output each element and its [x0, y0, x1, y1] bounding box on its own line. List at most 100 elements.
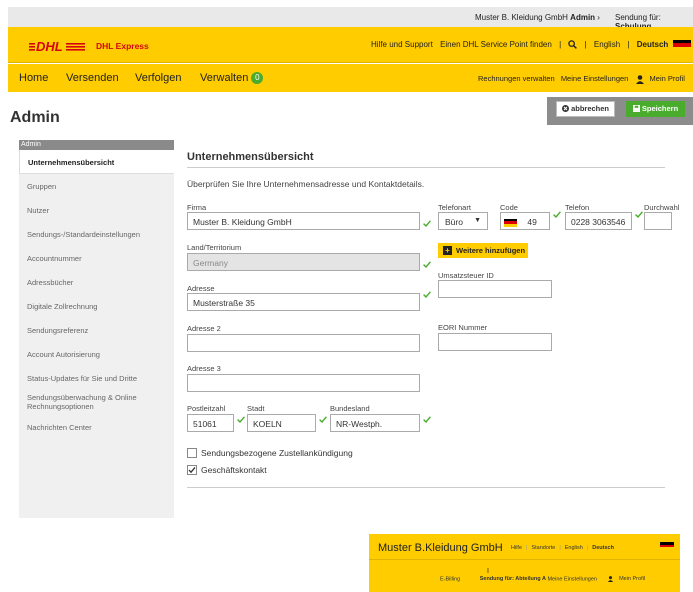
adresse-input[interactable]: Musterstraße 35 [187, 293, 420, 311]
preview-links: Hilfe | Standorte | English | Deutsch [511, 545, 614, 551]
close-icon [561, 105, 569, 112]
valid-check-icon [423, 416, 431, 423]
ust-label: Umsatzsteuer ID [438, 271, 494, 280]
telefon-input[interactable]: 0228 3063546 [565, 212, 632, 230]
firma-input[interactable]: Muster B. Kleidung GmbH [187, 212, 420, 230]
save-button[interactable]: Speichern [626, 101, 685, 117]
code-label: Code [500, 203, 518, 212]
person-icon [607, 576, 613, 582]
cancel-button[interactable]: abbrechen [556, 101, 615, 117]
zustellankuendigung-checkbox[interactable] [187, 448, 197, 458]
divider [187, 167, 665, 168]
preview-profile: Mein Profil [619, 576, 646, 583]
nav-home[interactable]: Home [19, 72, 48, 84]
sidebar-item-status-updates[interactable]: Status-Updates für Sie und Dritte [19, 366, 174, 390]
adresse-label: Adresse [187, 284, 215, 293]
add-phone-button[interactable]: + Weitere hinzufügen [438, 243, 528, 258]
firma-label: Firma [187, 203, 207, 212]
sidebar-item-rechnungsoptionen[interactable]: Sendungsüberwachung & Online Rechnungsop… [19, 390, 174, 423]
bundesland-input[interactable]: NR-Westph. [330, 414, 420, 432]
preview-settings: Meine Einstellungen [547, 576, 597, 583]
separator: | [627, 40, 630, 49]
durchwahl-input[interactable] [644, 212, 672, 230]
lang-english-link[interactable]: English [594, 40, 620, 49]
separator: | [559, 40, 562, 49]
sidebar-item-zollrechnung[interactable]: Digitale Zollrechnung [19, 294, 174, 318]
company-switcher[interactable]: Muster B. Kleidung GmbH Admin › [475, 13, 600, 22]
dhl-logo[interactable]: DHL [29, 39, 85, 53]
brand-bar: DHL DHL Express Hilfe und Support Einen … [8, 27, 693, 63]
caret-down-icon: ▼ [474, 217, 481, 224]
svg-text:DHL: DHL [36, 39, 63, 53]
section-title: Unternehmensübersicht [187, 151, 314, 163]
german-flag-icon [660, 542, 674, 551]
sidebar-item-autorisierung[interactable]: Account Autorisierung [19, 342, 174, 366]
valid-check-icon [423, 220, 431, 227]
valid-check-icon [237, 416, 245, 423]
product-name: DHL Express [96, 41, 149, 51]
intro-text: Überprüfen Sie Ihre Unternehmensadresse … [187, 179, 425, 189]
sidebar-item-gruppen[interactable]: Gruppen [19, 174, 174, 198]
bundesland-label: Bundesland [330, 404, 370, 413]
land-label: Land/Territorium [187, 243, 242, 252]
company-overview-panel: Unternehmensübersicht Überprüfen Sie Ihr… [174, 140, 693, 518]
valid-check-icon [553, 211, 561, 218]
person-icon [636, 74, 645, 84]
admin-sidebar: Admin Unternehmensübersicht Gruppen Nutz… [19, 140, 174, 518]
geschaeftskontakt-checkbox[interactable] [187, 465, 197, 475]
telefonart-label: Telefonart [438, 203, 471, 212]
adresse3-input[interactable] [187, 374, 420, 392]
telefonart-select[interactable]: Büro ▼ [438, 212, 488, 230]
plz-input[interactable]: 51061 [187, 414, 234, 432]
zustellankuendigung-label: Sendungsbezogene Zustellankündigung [201, 448, 353, 458]
valid-check-icon [319, 416, 327, 423]
sidebar-item-accountnummer[interactable]: Accountnummer [19, 246, 174, 270]
country-code-input[interactable]: 49 [500, 212, 550, 230]
preview-ebilling: E-Billing [440, 576, 461, 583]
invoices-link[interactable]: Rechnungen verwalten [478, 74, 555, 83]
settings-link[interactable]: Meine Einstellungen [561, 74, 629, 83]
service-point-link[interactable]: Einen DHL Service Point finden [440, 40, 552, 49]
ust-input[interactable] [438, 280, 552, 298]
sidebar-item-standardeinstellungen[interactable]: Sendungs-/Standardeinstellungen [19, 222, 174, 246]
lang-deutsch-link[interactable]: Deutsch [637, 40, 669, 49]
action-bar: abbrechen Speichern [547, 97, 693, 125]
checkmark-icon [188, 466, 196, 474]
german-flag-icon [504, 218, 517, 227]
nav-verfolgen[interactable]: Verfolgen [135, 72, 181, 84]
sidebar-item-sendungsreferenz[interactable]: Sendungsreferenz [19, 318, 174, 342]
valid-check-icon [423, 291, 431, 298]
brand-links: Hilfe und Support Einen DHL Service Poin… [371, 40, 669, 50]
adresse2-input[interactable] [187, 334, 420, 352]
help-link[interactable]: Hilfe und Support [371, 40, 433, 49]
nav-verwalten[interactable]: Verwalten 0 [200, 72, 264, 84]
valid-check-icon [635, 211, 643, 218]
divider [187, 487, 665, 488]
preview-nav: E-Billing Sendung für: Abteilung A Meine… [440, 576, 645, 582]
add-phone-label: Weitere hinzufügen [456, 246, 526, 255]
valid-check-icon [423, 261, 431, 268]
header-preview: Muster B.Kleidung GmbH Hilfe | Standorte | E… [369, 534, 680, 592]
land-input: Germany [187, 253, 420, 271]
sidebar-item-unternehmensuebersicht[interactable]: Unternehmensübersicht [19, 150, 174, 174]
stadt-input[interactable]: KOELN [247, 414, 316, 432]
top-utility-bar: Muster B. Kleidung GmbH Admin › Sendung … [8, 7, 693, 31]
profile-link[interactable]: Mein Profil [650, 74, 685, 83]
page-title: Admin [10, 109, 60, 126]
sidebar-item-nutzer[interactable]: Nutzer [19, 198, 174, 222]
nav-versenden[interactable]: Versenden [66, 72, 119, 84]
telefonart-value: Büro [445, 217, 463, 227]
eori-label: EORI Nummer [438, 323, 488, 332]
adresse2-label: Adresse 2 [187, 324, 221, 333]
adresse3-label: Adresse 3 [187, 364, 221, 373]
sidebar-item-adressbuecher[interactable]: Adressbücher [19, 270, 174, 294]
search-icon[interactable] [568, 40, 578, 50]
geschaeftskontakt-label: Geschäftskontakt [201, 465, 267, 475]
preview-help-link: Hilfe [511, 545, 523, 551]
notification-badge: 0 [251, 72, 264, 84]
stadt-label: Stadt [247, 404, 265, 413]
german-flag-icon [673, 40, 691, 50]
sidebar-item-nachrichten-center[interactable]: Nachrichten Center [19, 423, 174, 447]
eori-input[interactable] [438, 333, 552, 351]
preview-locations-link: Standorte [531, 545, 556, 551]
